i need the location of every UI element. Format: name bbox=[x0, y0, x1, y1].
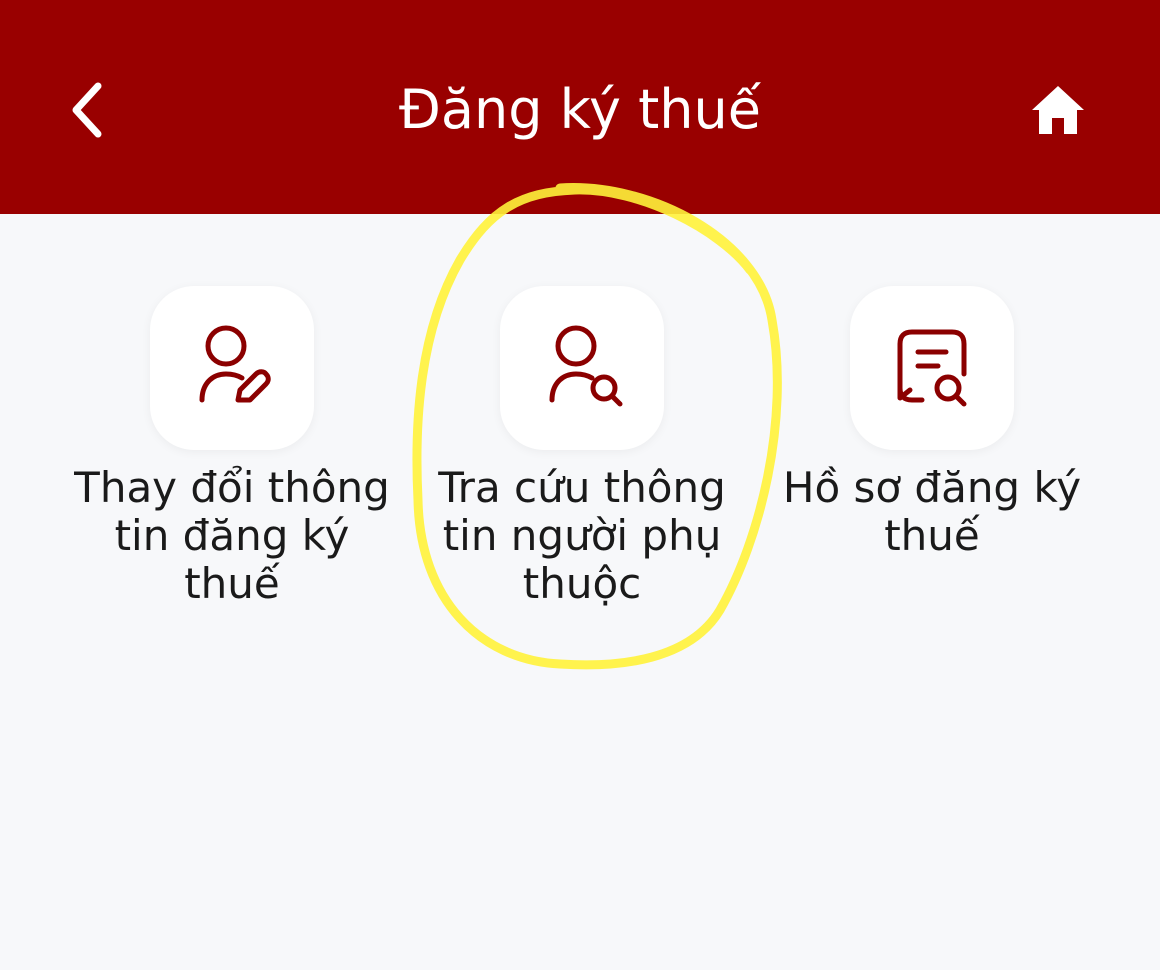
tile-label: Tra cứu thông tin người phụ thuộc bbox=[438, 463, 726, 608]
tile-icon-box bbox=[150, 286, 314, 450]
tile-icon-box bbox=[850, 286, 1014, 450]
tile-lookup-dependents[interactable]: Tra cứu thông tin người phụ thuộc bbox=[417, 286, 747, 608]
home-button[interactable] bbox=[1020, 72, 1096, 148]
tile-change-tax-registration[interactable]: Thay đổi thông tin đăng ký thuế bbox=[67, 286, 397, 608]
tile-tax-registration-records[interactable]: Hồ sơ đăng ký thuế bbox=[767, 286, 1097, 560]
home-icon bbox=[1032, 86, 1084, 134]
tile-label: Hồ sơ đăng ký thuế bbox=[782, 463, 1082, 560]
back-button[interactable] bbox=[52, 72, 124, 148]
user-edit-icon bbox=[199, 325, 271, 403]
tile-label: Thay đổi thông tin đăng ký thuế bbox=[74, 463, 390, 608]
page-title: Đăng ký thuế bbox=[399, 78, 761, 141]
app-header: Đăng ký thuế bbox=[0, 0, 1160, 214]
document-search-icon bbox=[897, 329, 967, 407]
tile-icon-box bbox=[500, 286, 664, 450]
chevron-left-icon bbox=[72, 82, 102, 138]
user-search-icon bbox=[549, 325, 623, 407]
